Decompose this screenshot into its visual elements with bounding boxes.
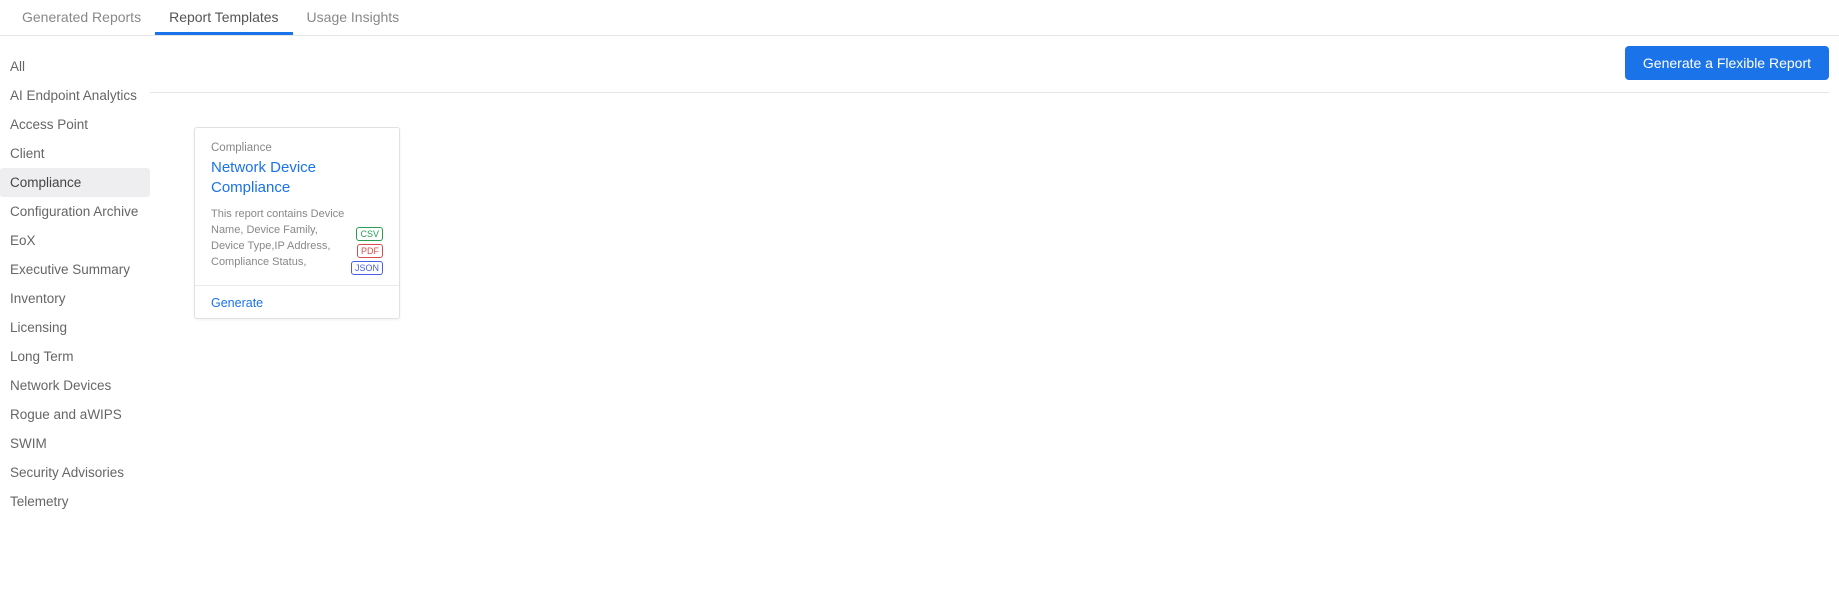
sidebar-item-long-term[interactable]: Long Term — [0, 342, 150, 371]
card-grid: Compliance Network Device Compliance Thi… — [150, 127, 1829, 319]
template-card: Compliance Network Device Compliance Thi… — [194, 127, 400, 319]
sidebar-item-licensing[interactable]: Licensing — [0, 313, 150, 342]
card-body: Compliance Network Device Compliance Thi… — [195, 128, 399, 285]
sidebar-item-compliance[interactable]: Compliance — [0, 168, 150, 197]
sidebar-item-rogue-and-awips[interactable]: Rogue and aWIPS — [0, 400, 150, 429]
tab-bar: Generated Reports Report Templates Usage… — [0, 0, 1839, 36]
sidebar-item-access-point[interactable]: Access Point — [0, 110, 150, 139]
sidebar-item-security-advisories[interactable]: Security Advisories — [0, 458, 150, 487]
sidebar-item-executive-summary[interactable]: Executive Summary — [0, 255, 150, 284]
main-panel: Generate a Flexible Report Compliance Ne… — [150, 46, 1839, 516]
card-footer: Generate — [195, 285, 399, 318]
sidebar-item-network-devices[interactable]: Network Devices — [0, 371, 150, 400]
generate-link[interactable]: Generate — [211, 296, 263, 310]
tab-generated-reports[interactable]: Generated Reports — [8, 0, 155, 35]
sidebar-item-client[interactable]: Client — [0, 139, 150, 168]
content-area: All AI Endpoint Analytics Access Point C… — [0, 36, 1839, 516]
main-header: Generate a Flexible Report — [150, 46, 1829, 93]
sidebar-item-inventory[interactable]: Inventory — [0, 284, 150, 313]
sidebar: All AI Endpoint Analytics Access Point C… — [0, 46, 150, 516]
sidebar-item-configuration-archive[interactable]: Configuration Archive — [0, 197, 150, 226]
tab-usage-insights[interactable]: Usage Insights — [293, 0, 414, 35]
tab-report-templates[interactable]: Report Templates — [155, 0, 292, 35]
generate-flexible-report-button[interactable]: Generate a Flexible Report — [1625, 46, 1829, 80]
badge-csv: CSV — [356, 227, 383, 241]
card-description: This report contains Device Name, Device… — [211, 207, 351, 271]
card-category: Compliance — [211, 142, 383, 154]
card-title-link[interactable]: Network Device Compliance — [211, 158, 383, 197]
sidebar-item-ai-endpoint-analytics[interactable]: AI Endpoint Analytics — [0, 81, 150, 110]
badge-json: JSON — [351, 261, 383, 275]
badge-pdf: PDF — [357, 244, 383, 258]
sidebar-item-eox[interactable]: EoX — [0, 226, 150, 255]
sidebar-item-swim[interactable]: SWIM — [0, 429, 150, 458]
sidebar-item-telemetry[interactable]: Telemetry — [0, 487, 150, 516]
format-badges: CSV PDF JSON — [351, 227, 383, 275]
sidebar-item-all[interactable]: All — [0, 52, 150, 81]
